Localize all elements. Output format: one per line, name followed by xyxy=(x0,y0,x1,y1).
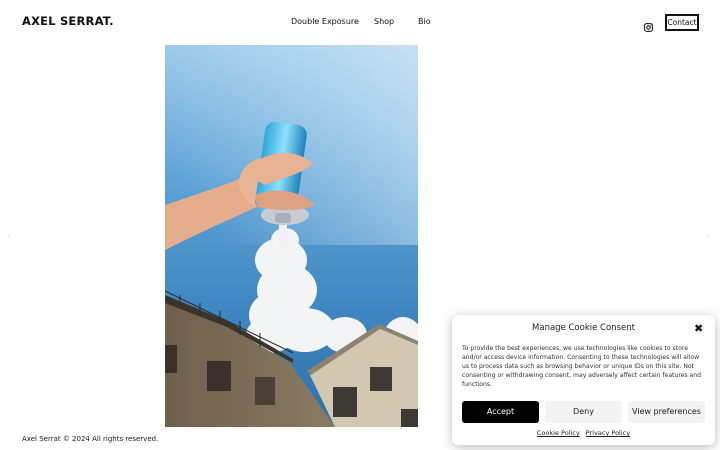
nav-bio[interactable]: Bio xyxy=(418,17,431,26)
deny-button[interactable]: Deny xyxy=(545,401,622,423)
nav-double-exposure[interactable]: Double Exposure xyxy=(291,17,359,26)
view-preferences-button[interactable]: View preferences xyxy=(628,401,705,423)
chevron-right-icon[interactable]: › xyxy=(706,231,710,242)
instagram-icon[interactable] xyxy=(644,17,653,32)
site-header: AXEL SERRAT. Double Exposure Shop Bio Co… xyxy=(0,0,720,44)
site-logo[interactable]: AXEL SERRAT. xyxy=(22,14,114,28)
featured-photo xyxy=(165,45,418,427)
privacy-policy-link[interactable]: Privacy Policy xyxy=(586,429,630,437)
footer-copyright: Axel Serrat © 2024 All rights reserved. xyxy=(22,435,159,443)
cookie-consent-banner: Manage Cookie Consent ✖ To provide the b… xyxy=(452,315,715,445)
accept-button[interactable]: Accept xyxy=(462,401,539,423)
cookie-policy-link[interactable]: Cookie Policy xyxy=(537,429,580,437)
close-icon[interactable]: ✖ xyxy=(694,322,703,335)
nav-shop[interactable]: Shop xyxy=(374,17,394,26)
cookie-banner-title: Manage Cookie Consent xyxy=(532,323,635,333)
chevron-left-icon[interactable]: ‹ xyxy=(7,231,11,242)
contact-button[interactable]: Contact xyxy=(665,14,699,31)
cookie-banner-links: Cookie Policy Privacy Policy xyxy=(452,429,715,437)
cookie-banner-text: To provide the best experiences, we use … xyxy=(462,345,702,388)
